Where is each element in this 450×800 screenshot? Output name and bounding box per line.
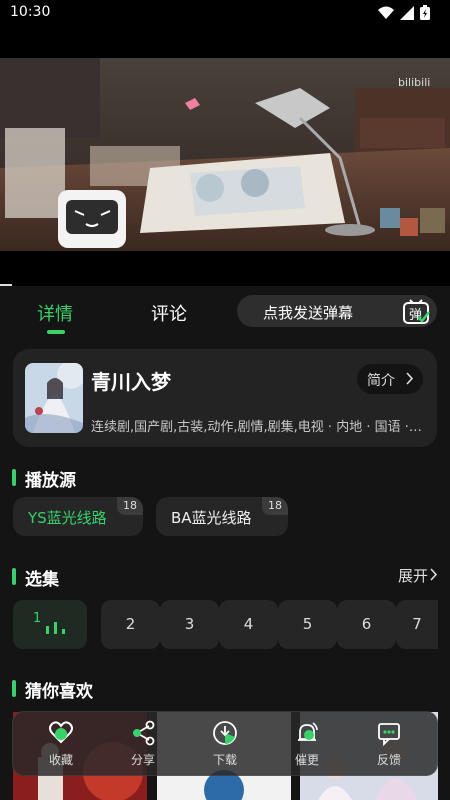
show-info-card: 青川入梦 简介 连续剧,国产剧,古装,动作,剧情,剧集,电视 · 内地 · 国语… — [13, 349, 437, 447]
battery-icon — [420, 5, 430, 20]
episode-item[interactable]: 2 — [101, 600, 160, 649]
intro-button-label: 简介 — [367, 373, 395, 389]
source-item-ba[interactable]: BA蓝光线路 18 — [156, 497, 288, 536]
tab-indicator — [47, 330, 65, 334]
update-reminder-button[interactable]: 催更 — [281, 720, 333, 768]
svg-text:bilibili: bilibili — [398, 76, 430, 89]
source-label: BA蓝光线路 — [171, 509, 252, 527]
danmaku-icon[interactable]: 弹 — [401, 297, 431, 327]
playing-icon — [46, 622, 65, 634]
episode-item[interactable]: 6 — [337, 600, 396, 649]
video-frame: bilibili — [0, 58, 450, 251]
feedback-icon — [378, 723, 400, 746]
intro-button[interactable]: 简介 — [357, 364, 423, 394]
episode-item[interactable]: 3 — [160, 600, 219, 649]
download-button[interactable]: 下载 — [199, 720, 251, 768]
download-icon — [213, 721, 237, 745]
status-bar: 10:30 — [0, 0, 450, 26]
source-label: YS蓝光线路 — [28, 509, 107, 527]
episode-item[interactable]: 7 — [396, 600, 438, 649]
share-icon — [133, 720, 155, 746]
show-title: 青川入梦 — [91, 370, 171, 394]
download-label: 下载 — [212, 753, 237, 767]
player-top-bar[interactable] — [0, 26, 450, 58]
bell-icon — [298, 722, 318, 741]
share-label: 分享 — [130, 753, 155, 767]
episode-item[interactable]: 4 — [219, 600, 278, 649]
heart-icon — [49, 721, 73, 744]
show-tags: 连续剧,国产剧,古装,动作,剧情,剧集,电视 · 内地 · 国语 · 2025 — [91, 420, 423, 435]
episode-item[interactable]: 5 — [278, 600, 337, 649]
tab-details[interactable]: 详情 — [37, 300, 73, 326]
poster-image[interactable] — [25, 363, 83, 433]
wifi-icon — [378, 6, 394, 19]
video-player[interactable]: bilibili — [0, 58, 450, 251]
chevron-right-icon[interactable] — [430, 568, 438, 581]
chevron-right-icon — [406, 372, 414, 385]
share-button[interactable]: 分享 — [117, 720, 169, 768]
source-count-badge: 18 — [262, 497, 288, 515]
favorite-label: 收藏 — [48, 753, 73, 767]
danmaku-input[interactable]: 点我发送弹幕 弹 — [237, 295, 437, 327]
feedback-label: 反馈 — [376, 753, 401, 767]
favorite-button[interactable]: 收藏 — [35, 720, 87, 768]
status-time: 10:30 — [10, 4, 51, 20]
tab-comments[interactable]: 评论 — [151, 300, 187, 326]
player-bottom-bar[interactable] — [0, 251, 450, 286]
feedback-button[interactable]: 反馈 — [363, 720, 415, 768]
signal-icon — [400, 5, 414, 20]
danmaku-placeholder: 点我发送弹幕 — [263, 304, 354, 322]
source-count-badge: 18 — [117, 497, 143, 515]
source-item-ys[interactable]: YS蓝光线路 18 — [13, 497, 143, 536]
expand-button[interactable]: 展开 — [398, 565, 428, 586]
episode-item-active[interactable]: 1 — [13, 600, 87, 649]
update-reminder-label: 催更 — [294, 753, 319, 767]
bottom-action-bar: 收藏 分享 下载 催更 反馈 — [12, 711, 438, 776]
